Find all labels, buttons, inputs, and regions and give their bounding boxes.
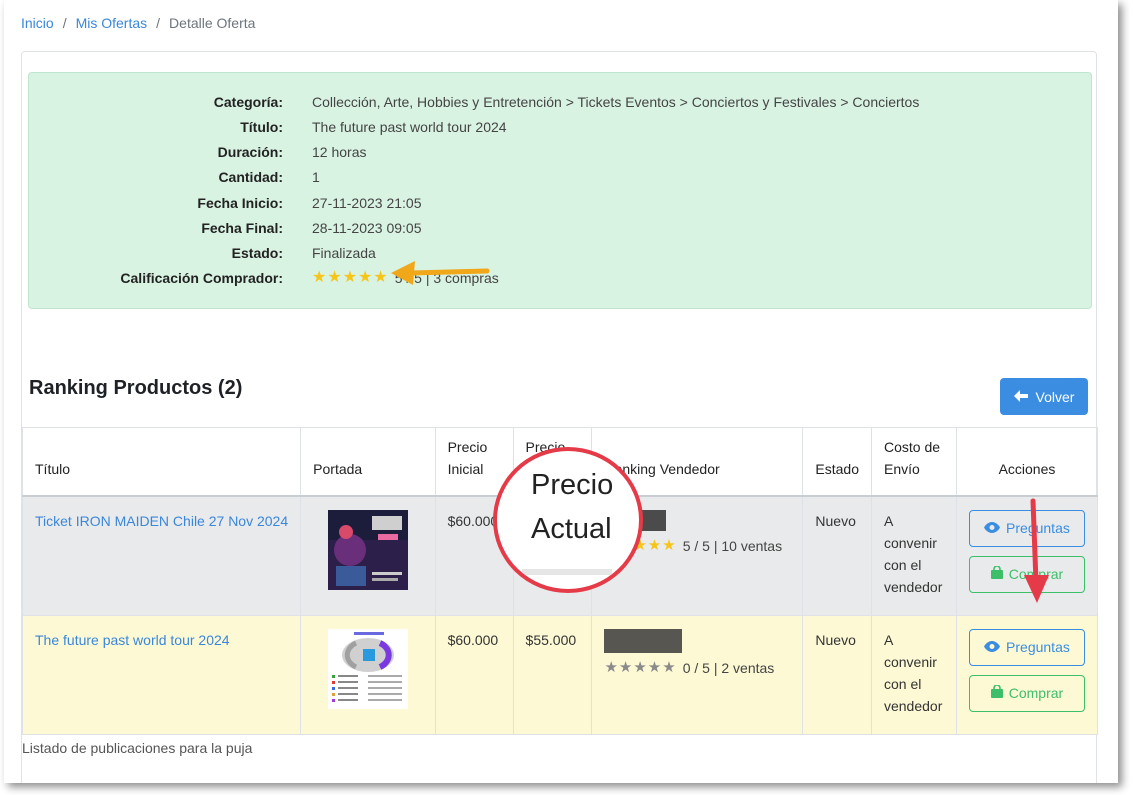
breadcrumb-separator: / [62, 15, 67, 31]
magnifier-shadow [522, 569, 612, 575]
eye-icon [984, 520, 1001, 536]
detail-value: 27-11-2023 21:05 [312, 195, 422, 211]
detail-label: Categoría: [213, 94, 283, 110]
table-caption: Listado de publicaciones para la puja [22, 740, 253, 756]
col-header-cover[interactable]: Portada [300, 427, 436, 497]
arrow-left-icon [1013, 389, 1028, 405]
magnifier-text: Precio [531, 469, 614, 501]
shopping-bag-icon [990, 684, 1003, 701]
detail-label: Título: [240, 119, 283, 135]
breadcrumb-home[interactable]: Inicio [21, 15, 54, 31]
breadcrumb-offers[interactable]: Mis Ofertas [76, 15, 148, 31]
questions-label: Preguntas [1006, 639, 1070, 655]
status-value: Finalizada [312, 245, 376, 261]
col-header-actions: Acciones [955, 427, 1099, 497]
buy-button[interactable]: Comprar [968, 674, 1085, 712]
detail-label: Fecha Inicio: [197, 195, 283, 211]
questions-button[interactable]: Preguntas [968, 628, 1085, 666]
red-arrow-annotation [1024, 498, 1049, 603]
shipping-cost: A convenir con el vendedor [870, 614, 957, 735]
col-header-shipping[interactable]: Costo de Envío [870, 427, 957, 497]
shopping-bag-icon [990, 565, 1003, 582]
buy-label: Comprar [1008, 685, 1064, 701]
offer-card: Categoría: Collección, Arte, Hobbies y E… [21, 51, 1099, 783]
seller-name-redacted [604, 628, 683, 653]
magnifier-annotation: Precio Actual [493, 447, 643, 593]
product-state: Nuevo [802, 614, 872, 735]
breadcrumb-separator: / [156, 15, 161, 31]
breadcrumb: Inicio / Mis Ofertas / Detalle Oferta [21, 15, 255, 31]
detail-label: Fecha Final: [201, 220, 283, 236]
detail-label: Calificación Comprador: [120, 270, 283, 286]
detail-value: The future past world tour 2024 [312, 119, 507, 135]
detail-label: Estado: [231, 245, 283, 261]
detail-value: Collección, Arte, Hobbies y Entretención… [312, 94, 920, 110]
start-price: $60.000 [434, 614, 514, 735]
detail-value: 28-11-2023 09:05 [312, 220, 422, 236]
offer-detail-panel: Categoría: Collección, Arte, Hobbies y E… [28, 72, 1092, 309]
back-button[interactable]: Volver [1000, 378, 1088, 415]
detail-label: Duración: [217, 144, 283, 160]
seller-rating-text: 5 / 5 | 10 ventas [682, 537, 783, 554]
star-rating-icon: ★★★★★ [312, 269, 389, 286]
screenshot-frame: Inicio / Mis Ofertas / Detalle Oferta Catego… [4, 0, 1118, 783]
col-header-state[interactable]: Estado [802, 427, 872, 497]
detail-value: 12 horas [312, 144, 367, 160]
breadcrumb-current: Detalle Oferta [169, 15, 256, 31]
product-cover-image[interactable] [327, 628, 408, 709]
detail-value: 1 [312, 169, 320, 185]
product-title-link[interactable]: Ticket IRON MAIDEN Chile 27 Nov 2024 [35, 513, 288, 529]
magnifier-text: Actual [531, 513, 612, 545]
section-title: Ranking Productos (2) [29, 377, 243, 399]
shipping-cost: A convenir con el vendedor [870, 495, 957, 616]
product-state: Nuevo [802, 495, 872, 616]
eye-icon [984, 639, 1001, 655]
detail-label: Cantidad: [218, 169, 283, 185]
current-price: $55.000 [512, 614, 593, 735]
table-row: The future past world tour 2024 $60.000 … [21, 614, 1099, 735]
col-header-title[interactable]: Título [21, 427, 302, 497]
product-title-link[interactable]: The future past world tour 2024 [35, 632, 230, 648]
back-button-label: Volver [1035, 388, 1075, 405]
orange-arrow-annotation [391, 261, 490, 285]
star-rating-icon: ★★★★★ [604, 658, 677, 676]
seller-rating-text: 0 / 5 | 2 ventas [682, 659, 775, 676]
product-cover-image[interactable] [327, 509, 408, 590]
